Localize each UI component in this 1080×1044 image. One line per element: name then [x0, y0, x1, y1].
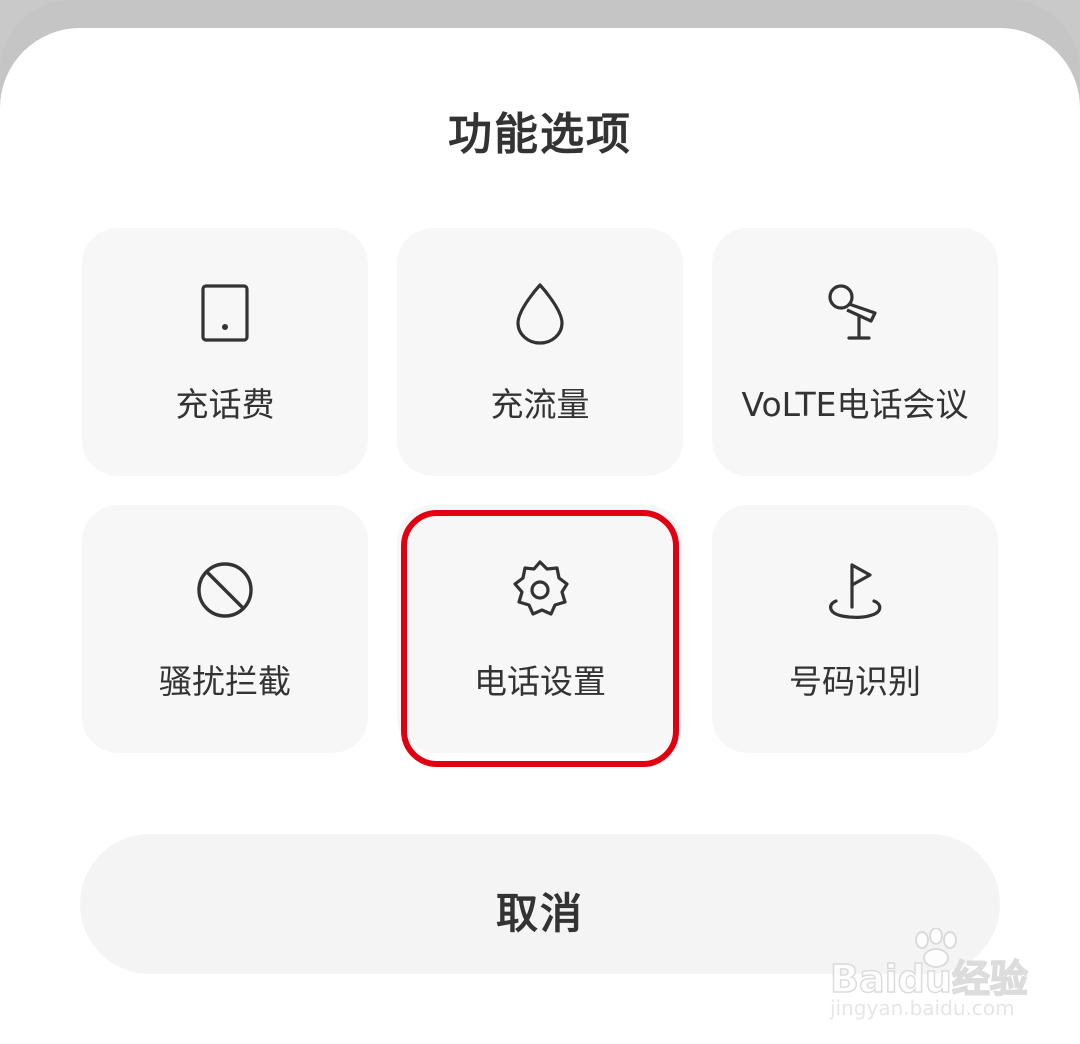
dialog-title: 功能选项 — [448, 109, 632, 160]
option-number-identify[interactable]: 号码识别 — [712, 505, 998, 753]
option-label: 充流量 — [490, 385, 590, 424]
baidu-watermark: Baidu经验 jingyan.baidu.com — [826, 928, 1029, 1028]
tablet-icon — [82, 280, 368, 346]
option-recharge-data[interactable]: 充流量 — [397, 228, 683, 476]
option-recharge-credit[interactable]: 充话费 — [82, 228, 368, 476]
watermark-brand: Baidu经验 — [829, 956, 1028, 1002]
block-icon — [82, 557, 368, 623]
water-drop-icon — [397, 280, 683, 346]
option-harassment-block[interactable]: 骚扰拦截 — [82, 505, 368, 753]
highlight-outline — [401, 510, 679, 767]
watermark-site: jingyan.baidu.com — [830, 996, 1015, 1020]
option-volte-conference[interactable]: VoLTE电话会议 — [712, 228, 998, 476]
microphone-icon — [712, 280, 998, 346]
option-label: 号码识别 — [789, 662, 921, 701]
option-label: 骚扰拦截 — [159, 662, 291, 701]
option-label: 充话费 — [175, 385, 275, 424]
option-label: VoLTE电话会议 — [741, 385, 969, 424]
flag-pin-icon — [712, 557, 998, 623]
